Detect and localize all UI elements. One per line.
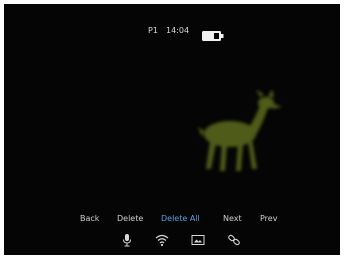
microphone-icon bbox=[120, 233, 134, 247]
battery-icon bbox=[202, 26, 224, 41]
delete-all-button[interactable]: Delete All bbox=[161, 213, 200, 225]
playback-menu: Back Delete Delete All Next Prev bbox=[4, 213, 340, 227]
recorded-image-view bbox=[4, 64, 340, 204]
clock-time: 14:04 bbox=[166, 26, 190, 35]
status-bar: P1 14:04 bbox=[4, 25, 340, 41]
prev-button[interactable]: Prev bbox=[260, 213, 277, 225]
back-button[interactable]: Back bbox=[80, 213, 99, 225]
device-screen: P1 14:04 Back Delete Delete All Next Pre… bbox=[4, 4, 340, 255]
delete-button[interactable]: Delete bbox=[117, 213, 143, 225]
next-button[interactable]: Next bbox=[223, 213, 242, 225]
status-icon-bar bbox=[4, 233, 340, 249]
image-icon bbox=[191, 233, 205, 247]
profile-indicator: P1 bbox=[148, 26, 158, 35]
deer-thermal-image bbox=[194, 89, 284, 179]
link-icon bbox=[227, 233, 241, 247]
wifi-icon bbox=[155, 233, 169, 247]
